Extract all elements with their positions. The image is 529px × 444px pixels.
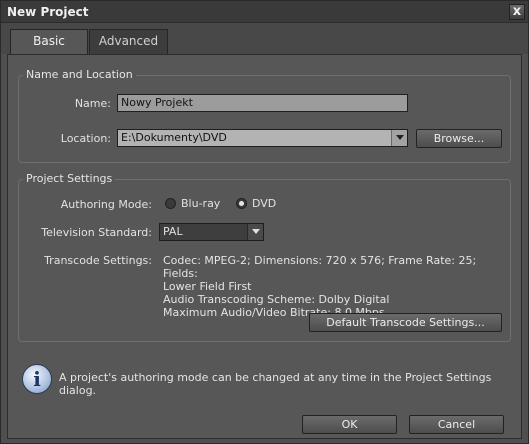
- info-message: A project's authoring mode can be change…: [59, 371, 492, 397]
- transcode-line: Lower Field First: [163, 280, 252, 293]
- window-title: New Project: [7, 5, 89, 19]
- radio-dvd-circle[interactable]: [236, 198, 247, 209]
- chevron-down-icon: [396, 135, 404, 140]
- transcode-settings-summary: Codec: MPEG-2; Dimensions: 720 x 576; Fr…: [163, 254, 508, 319]
- title-bar[interactable]: New Project x: [1, 1, 528, 23]
- close-button[interactable]: x: [509, 4, 525, 20]
- television-standard-value: PAL: [163, 225, 183, 238]
- television-standard-dropdown[interactable]: PAL: [159, 223, 264, 241]
- info-icon: i: [22, 364, 52, 394]
- cancel-button[interactable]: Cancel: [409, 415, 504, 434]
- name-label: Name:: [74, 97, 111, 110]
- radio-blu-ray-circle[interactable]: [165, 198, 176, 209]
- default-transcode-settings-button[interactable]: Default Transcode Settings...: [309, 313, 502, 332]
- name-location-group: Name and Location Name: Nowy Projekt Loc…: [18, 68, 511, 163]
- chevron-down-icon: [252, 229, 260, 234]
- radio-dvd[interactable]: DVD: [236, 197, 276, 210]
- project-settings-title: Project Settings: [23, 172, 116, 185]
- tab-bar: Basic Advanced: [1, 23, 528, 54]
- browse-button[interactable]: Browse...: [416, 129, 502, 148]
- television-standard-label: Television Standard:: [41, 226, 152, 239]
- name-field[interactable]: Nowy Projekt: [117, 94, 408, 112]
- new-project-dialog: New Project x Basic Advanced Name and Lo…: [0, 0, 529, 444]
- project-settings-group: Project Settings Authoring Mode: Blu-ray…: [18, 172, 511, 342]
- radio-blu-ray-label: Blu-ray: [181, 197, 221, 210]
- name-location-title: Name and Location: [23, 68, 136, 81]
- location-dropdown[interactable]: E:\Dokumenty\DVD: [117, 129, 408, 147]
- authoring-mode-label: Authoring Mode:: [60, 198, 152, 211]
- radio-blu-ray[interactable]: Blu-ray: [165, 197, 220, 210]
- location-value: E:\Dokumenty\DVD: [121, 131, 227, 144]
- television-standard-arrow[interactable]: [247, 224, 263, 240]
- ok-button[interactable]: OK: [302, 415, 397, 434]
- tab-advanced[interactable]: Advanced: [89, 29, 168, 54]
- location-label: Location:: [60, 132, 111, 145]
- location-dropdown-arrow[interactable]: [391, 130, 407, 146]
- transcode-settings-label: Transcode Settings:: [44, 254, 152, 267]
- tab-basic[interactable]: Basic: [10, 29, 88, 54]
- transcode-line: Codec: MPEG-2; Dimensions: 720 x 576; Fr…: [163, 254, 477, 280]
- radio-dvd-label: DVD: [252, 197, 277, 210]
- transcode-line: Audio Transcoding Scheme: Dolby Digital: [163, 293, 390, 306]
- tab-content-basic: Name and Location Name: Nowy Projekt Loc…: [7, 54, 522, 439]
